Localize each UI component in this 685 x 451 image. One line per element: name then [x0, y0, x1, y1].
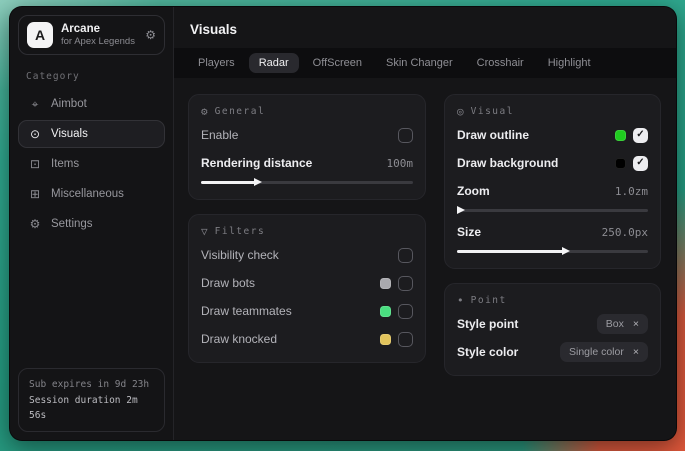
dot-icon: •	[457, 294, 464, 307]
tab-bar: Players Radar OffScreen Skin Changer Cro…	[174, 48, 676, 78]
crosshair-icon: ⌖	[28, 97, 42, 112]
panel-title: Filters	[215, 226, 266, 237]
style-point-select[interactable]: Box ×	[597, 314, 648, 334]
sidebar-item-visuals[interactable]: ⊙ Visuals	[18, 120, 165, 148]
check-icon: ✓	[636, 130, 644, 140]
app-subtitle: for Apex Legends	[61, 36, 137, 48]
draw-background-color-swatch[interactable]	[615, 158, 626, 169]
close-icon[interactable]: ×	[633, 319, 639, 330]
panel-visual: ◎ Visual Draw outline ✓ Draw background	[444, 94, 661, 269]
draw-bots-checkbox[interactable]	[398, 276, 413, 291]
zoom-value: 1.0zm	[615, 185, 648, 198]
draw-knocked-color-swatch[interactable]	[380, 334, 391, 345]
close-icon[interactable]: ×	[633, 347, 639, 358]
draw-bots-color-swatch[interactable]	[380, 278, 391, 289]
category-label: Category	[26, 71, 159, 82]
tab-skin-changer[interactable]: Skin Changer	[376, 53, 463, 73]
sidebar-item-label: Aimbot	[51, 98, 87, 110]
eye-icon: ◎	[457, 105, 464, 118]
slider-thumb[interactable]	[562, 247, 570, 255]
eye-scan-icon: ⊙	[28, 127, 42, 141]
tab-highlight[interactable]: Highlight	[538, 53, 601, 73]
session-duration-text: Session duration 2m 56s	[29, 393, 154, 423]
draw-outline-checkbox[interactable]: ✓	[633, 128, 648, 143]
settings-icon[interactable]: ⚙	[145, 28, 156, 42]
panel-point: • Point Style point Box × Style color S	[444, 283, 661, 376]
grid-icon: ⊞	[28, 187, 42, 201]
box-icon: ⊡	[28, 157, 42, 171]
enable-checkbox[interactable]	[398, 128, 413, 143]
rendering-distance-value: 100m	[387, 157, 414, 170]
style-color-label: Style color	[457, 345, 518, 359]
sidebar-item-label: Items	[51, 158, 79, 170]
sidebar-item-label: Miscellaneous	[51, 188, 124, 200]
draw-outline-color-swatch[interactable]	[615, 130, 626, 141]
draw-knocked-checkbox[interactable]	[398, 332, 413, 347]
sidebar-nav: ⌖ Aimbot ⊙ Visuals ⊡ Items ⊞ Miscellaneo…	[18, 90, 165, 238]
app-window: A Arcane for Apex Legends ⚙ Category ⌖ A…	[9, 6, 677, 441]
sidebar-item-aimbot[interactable]: ⌖ Aimbot	[18, 90, 165, 118]
sub-expiry-text: Sub expires in 9d 23h	[29, 377, 154, 392]
app-name: Arcane	[61, 22, 137, 36]
gear-icon: ⚙	[28, 217, 42, 231]
page-title: Visuals	[190, 22, 660, 37]
draw-teammates-checkbox[interactable]	[398, 304, 413, 319]
main-area: Visuals Players Radar OffScreen Skin Cha…	[174, 7, 676, 440]
draw-knocked-label: Draw knocked	[201, 332, 277, 346]
draw-background-label: Draw background	[457, 156, 558, 170]
draw-teammates-color-swatch[interactable]	[380, 306, 391, 317]
check-icon: ✓	[636, 158, 644, 168]
panel-filters: ▽ Filters Visibility check Draw bots	[188, 214, 426, 363]
draw-teammates-label: Draw teammates	[201, 304, 292, 318]
slider-thumb[interactable]	[254, 178, 262, 186]
panel-title: General	[215, 106, 266, 117]
draw-bots-label: Draw bots	[201, 276, 255, 290]
sidebar-item-label: Settings	[51, 218, 93, 230]
style-point-label: Style point	[457, 317, 518, 331]
size-label: Size	[457, 225, 481, 239]
slider-thumb[interactable]	[457, 206, 465, 214]
draw-background-checkbox[interactable]: ✓	[633, 156, 648, 171]
app-logo: A	[27, 22, 53, 48]
tab-players[interactable]: Players	[188, 53, 245, 73]
funnel-icon: ▽	[201, 225, 208, 238]
sidebar-item-label: Visuals	[51, 128, 88, 140]
visibility-check-checkbox[interactable]	[398, 248, 413, 263]
size-slider[interactable]	[457, 246, 648, 256]
panel-title: Point	[471, 295, 507, 306]
sidebar-item-items[interactable]: ⊡ Items	[18, 150, 165, 178]
rendering-distance-label: Rendering distance	[201, 156, 312, 170]
enable-label: Enable	[201, 128, 238, 142]
sidebar-item-settings[interactable]: ⚙ Settings	[18, 210, 165, 238]
panel-general: ⚙ General Enable Rendering distance 100m	[188, 94, 426, 200]
sidebar: A Arcane for Apex Legends ⚙ Category ⌖ A…	[10, 7, 174, 440]
tab-radar[interactable]: Radar	[249, 53, 299, 73]
draw-outline-label: Draw outline	[457, 128, 529, 142]
subscription-info-card: Sub expires in 9d 23h Session duration 2…	[18, 368, 165, 432]
size-value: 250.0px	[602, 226, 648, 239]
zoom-slider[interactable]	[457, 205, 648, 215]
style-color-select[interactable]: Single color ×	[560, 342, 648, 362]
rendering-distance-slider[interactable]	[201, 177, 413, 187]
app-header-card: A Arcane for Apex Legends ⚙	[18, 15, 165, 55]
style-point-value: Box	[606, 318, 624, 330]
style-color-value: Single color	[569, 346, 624, 358]
tab-offscreen[interactable]: OffScreen	[303, 53, 372, 73]
visibility-check-label: Visibility check	[201, 248, 279, 262]
zoom-label: Zoom	[457, 184, 490, 198]
gear-icon: ⚙	[201, 105, 208, 118]
tab-crosshair[interactable]: Crosshair	[467, 53, 534, 73]
panel-title: Visual	[471, 106, 514, 117]
sidebar-item-miscellaneous[interactable]: ⊞ Miscellaneous	[18, 180, 165, 208]
